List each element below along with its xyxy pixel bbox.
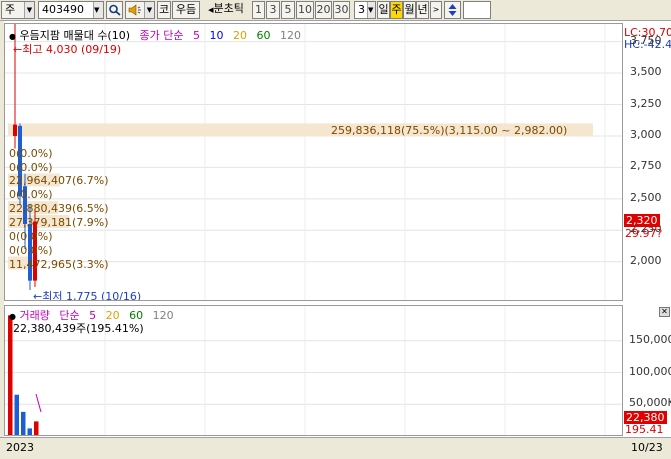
price-axis: LC:30.70 HC:-42.4 3,750 3,500 3,250 3,000 2,…	[623, 23, 671, 301]
arrow-left-icon: ←	[13, 43, 23, 56]
market-label: 주	[5, 3, 16, 16]
price-tick-label: 2,000	[630, 253, 662, 267]
volume-profile-label: 22,880,439(6.5%)	[9, 202, 109, 216]
volume-axis: ✕ 150,000 100,000 50,000K 22,380 195.41	[623, 305, 671, 436]
interval-selector[interactable]: ◀분초틱	[202, 1, 250, 19]
low-marker: ←최저 1,775 (10/16)	[33, 288, 142, 301]
volume-bar	[34, 421, 39, 435]
chevron-down-icon: ▼	[93, 2, 103, 18]
price-tick-label: 3,750	[630, 33, 662, 47]
high-label: 최고 4,030 (09/19)	[22, 43, 122, 56]
ma-120-label: 120	[280, 29, 302, 42]
chevron-down-icon: ▼	[144, 2, 154, 18]
ma-5-label: 5	[193, 29, 201, 42]
volume-tick-label: 100,000	[629, 364, 671, 378]
day-button[interactable]: 일	[377, 1, 390, 19]
time-end-label: 10/23	[631, 441, 663, 454]
high-marker: ←최고 4,030 (09/19)	[13, 41, 121, 57]
last-price-tag: 2,320	[624, 214, 660, 228]
month-button[interactable]: 월	[403, 1, 416, 19]
extra-input[interactable]	[463, 1, 491, 19]
period-30-button[interactable]: 30	[333, 1, 350, 19]
interval-label: 분초틱	[213, 2, 244, 15]
ma-10-label: 10	[209, 29, 224, 42]
time-axis-bar[interactable]: 2023 10/23	[0, 437, 671, 459]
volume-profile-label: 11,472,965(3.3%)	[9, 257, 109, 271]
period-5-button[interactable]: 5	[281, 1, 295, 19]
count-select[interactable]: 3 ▼	[354, 1, 376, 19]
last-ma-tag: 29.97?	[625, 227, 663, 241]
week-button[interactable]: 주	[390, 1, 403, 19]
count-text: 3	[358, 3, 365, 16]
code-button[interactable]: 코	[157, 1, 171, 19]
stock-name-button[interactable]: 우듬	[172, 1, 200, 19]
year-button[interactable]: 년	[416, 1, 429, 19]
volume-ma-line	[35, 393, 42, 413]
price-tick-label: 3,250	[630, 96, 662, 110]
chevron-right-icon[interactable]: >	[430, 1, 442, 19]
low-label: 최저 1,775 (10/16)	[42, 290, 142, 301]
volume-profile-label: 0(0.0%)	[9, 160, 53, 174]
volume-profile-label: 27,379,181(7.9%)	[9, 215, 109, 229]
volume-profile-label: 259,836,118(75.5%)(3,115.00 ~ 2,982.00)	[331, 124, 568, 138]
speaker-icon	[128, 4, 141, 16]
close-icon[interactable]: ✕	[659, 307, 670, 317]
volume-value-label: 22,380,439주(195.41%)	[13, 322, 144, 335]
search-icon	[109, 4, 121, 16]
stock-code-text: 403490	[42, 3, 84, 16]
period-10-button[interactable]: 10	[296, 1, 314, 19]
period-1-button[interactable]: 1	[252, 1, 265, 19]
time-start-label: 2023	[6, 441, 34, 454]
search-button[interactable]	[106, 1, 123, 19]
ma-20-label: 20	[233, 29, 248, 42]
ma-60-label: 60	[256, 29, 271, 42]
volume-profile-label: 0(0.0%)	[9, 229, 53, 243]
volume-profile-label: 0(0.0%)	[9, 243, 53, 257]
price-tick-label: 3,500	[630, 65, 662, 79]
stock-code-input[interactable]: 403490 ▼	[38, 1, 104, 19]
toolbar: 주 ▼ 403490 ▼ ▼ 코 우듬 ◀분초틱 1 3 5 10 20 30 …	[0, 0, 671, 21]
period-3-button[interactable]: 3	[266, 1, 280, 19]
volume-bar	[27, 428, 32, 435]
chevron-down-icon: ▼	[24, 2, 34, 18]
volume-tick-label: 50,000K	[629, 396, 671, 410]
chevron-down-icon: ▼	[367, 2, 375, 18]
sound-button[interactable]: ▼	[125, 1, 155, 19]
period-20-button[interactable]: 20	[315, 1, 332, 19]
price-panel[interactable]: ● 우듬지팜 매물대 수(10) 종가 단순 5 10 20 60 120 ←최…	[4, 23, 623, 301]
volume-panel[interactable]: ● 거래량 단순 5 20 60 120 22,380,439주(195.41%…	[4, 305, 623, 436]
last-volume-pct: 195.41	[625, 423, 664, 436]
volume-bar	[21, 411, 26, 435]
volume-profile-label: 0(0.0%)	[9, 188, 53, 202]
candle-body	[13, 124, 17, 136]
price-tick-label: 3,000	[630, 127, 662, 141]
legend-dot-icon: ●	[9, 32, 16, 41]
legend-price-type: 종가 단순	[139, 29, 184, 42]
vol-ma-120-label: 120	[152, 309, 174, 322]
volume-profile-label: 22,964,407(6.7%)	[9, 174, 109, 188]
volume-tick-label: 150,000	[629, 332, 671, 346]
price-tick-label: 2,500	[630, 190, 662, 204]
volume-bar	[14, 394, 19, 435]
scroll-arrows-button[interactable]	[444, 1, 461, 19]
up-down-arrow-icon	[448, 4, 457, 16]
volume-profile-label: 0(0.0%)	[9, 146, 53, 160]
volume-bar	[8, 315, 13, 435]
price-tick-label: 2,750	[630, 159, 662, 173]
market-select[interactable]: 주 ▼	[1, 1, 35, 19]
arrow-left-icon: ←	[33, 290, 43, 301]
